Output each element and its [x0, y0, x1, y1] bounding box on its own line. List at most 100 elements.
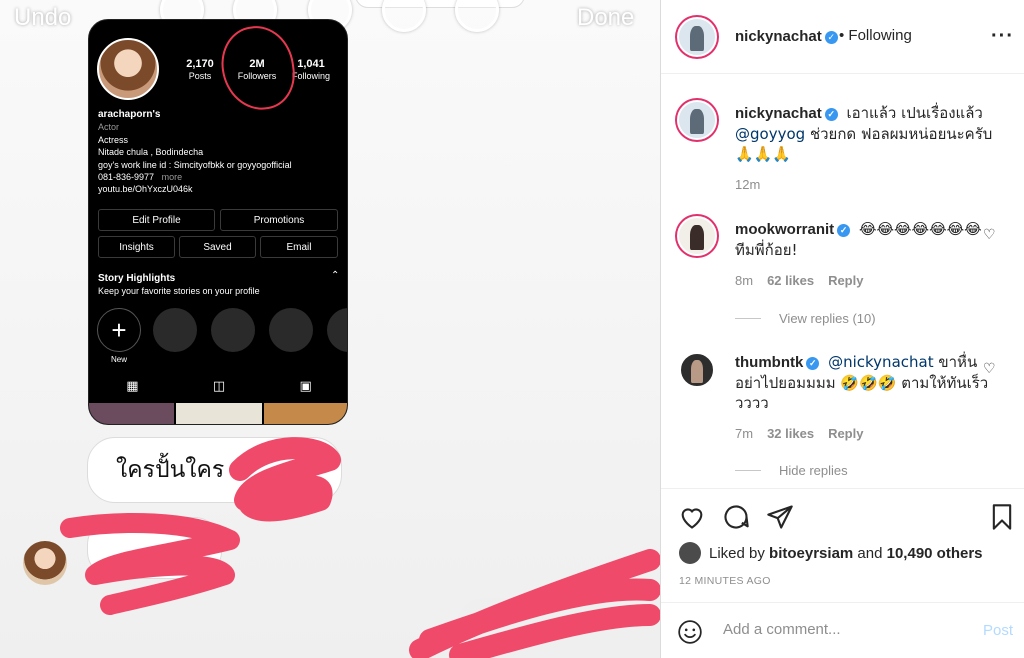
verified-badge-icon: ✓: [837, 224, 851, 237]
promotions-button: Promotions: [220, 209, 338, 231]
chat-message-text: ใครปั้นใคร: [116, 457, 225, 483]
post-comment-button[interactable]: Post: [983, 622, 1013, 639]
neon-tool-icon[interactable]: [382, 0, 426, 32]
saved-button: Saved: [179, 236, 256, 258]
chat-message-bubble: [87, 517, 222, 579]
bio-line: goy's work line id : Simcityofbkk or goy…: [98, 159, 292, 170]
edit-profile-button: Edit Profile: [98, 209, 215, 231]
story-highlights-title: Story Highlights: [98, 273, 176, 284]
undo-button[interactable]: Undo: [14, 4, 71, 32]
sender-avatar: [23, 541, 67, 585]
highlight-placeholder: [327, 308, 347, 352]
highlight-placeholder: [269, 308, 313, 352]
chat-message-bubble: ใครปั้นใคร: [87, 437, 342, 503]
highlight-placeholder: [211, 308, 255, 352]
comment-bubble-icon[interactable]: [722, 503, 750, 531]
comment-avatar[interactable]: [679, 352, 715, 388]
hide-replies-button[interactable]: Hide replies: [735, 463, 848, 478]
share-paper-plane-icon[interactable]: [766, 503, 794, 531]
post-caption: nickynachat ✓ เอาแล้ว เปนเรื่องแล้ว @goyy…: [735, 103, 997, 164]
drawn-circle-annotation: [216, 21, 300, 115]
verified-badge-icon: ✓: [806, 357, 820, 370]
profile-tabs: ▦ ◫ ▣: [89, 378, 347, 402]
bio-link: youtu.be/OhYxczU046k: [98, 184, 193, 195]
liker-avatar[interactable]: [679, 542, 701, 564]
comment-meta: 8m 62 likes Reply: [735, 273, 863, 288]
reply-button[interactable]: Reply: [828, 426, 863, 441]
post-panel: nickynachat ✓ • Following ··· nickynachat…: [660, 0, 1024, 658]
author-username[interactable]: nickynachat ✓: [735, 28, 838, 45]
story-highlights-subtitle: Keep your favorite stories on your profi…: [98, 286, 260, 296]
profile-avatar: [97, 38, 159, 100]
comment: thumbntk ✓ @nickynachat ขาหื่นอย่าไปยอมมม…: [735, 352, 997, 413]
caption-author-avatar[interactable]: [677, 100, 717, 140]
grid-thumbnail: [89, 403, 175, 424]
done-button[interactable]: Done: [577, 4, 634, 32]
profile-display-name: arachaporn's: [98, 109, 161, 120]
comment-likes[interactable]: 62 likes: [767, 273, 814, 288]
new-highlight-icon: +: [97, 308, 141, 352]
caption-emojis: 🙏🙏🙏: [735, 145, 792, 163]
caption-time[interactable]: 12m: [735, 177, 760, 192]
verified-badge-icon: ✓: [824, 31, 838, 44]
insights-button: Insights: [98, 236, 175, 258]
author-avatar[interactable]: [677, 17, 717, 57]
igtv-icon: ◫: [212, 378, 226, 393]
bio-line: Nitade chula , Bodindecha: [98, 147, 204, 158]
post-actions: [661, 488, 1024, 548]
bio-line: Actress: [98, 134, 129, 145]
comment-likes[interactable]: 32 likes: [767, 426, 814, 441]
more-options-icon[interactable]: ···: [991, 25, 1014, 48]
profile-grid-preview: [89, 403, 347, 424]
reply-button[interactable]: Reply: [828, 273, 863, 288]
comment-mention-link[interactable]: @nickynachat: [828, 353, 933, 371]
verified-badge-icon: ✓: [824, 108, 838, 121]
chat-message-bubble: [456, 598, 660, 658]
like-comment-heart-icon[interactable]: ♡: [983, 226, 996, 243]
bio-phone-line: 081-836-9977 more: [98, 171, 343, 183]
liked-by-and: and: [857, 544, 883, 562]
caption-mention-link[interactable]: @goyyog: [735, 125, 805, 143]
comment-username[interactable]: mookworranit ✓: [735, 221, 851, 238]
chevron-up-icon: ⌃: [331, 270, 340, 281]
bookmark-icon[interactable]: [988, 503, 1016, 531]
comment-input[interactable]: [723, 621, 973, 638]
grid-thumbnail: [176, 403, 262, 424]
bio-phone: 081-836-9977: [98, 172, 155, 183]
tagged-icon: ▣: [299, 378, 312, 393]
comment-time[interactable]: 8m: [735, 273, 753, 288]
profile-bio: arachaporn's Actor Actress Nitade chula …: [98, 109, 343, 196]
view-replies-button[interactable]: View replies (10): [735, 311, 876, 326]
emoji-smiley-icon[interactable]: [677, 619, 703, 645]
add-comment-bar: Post: [661, 602, 1024, 658]
posts-label: Posts: [188, 71, 212, 81]
bio-more-link: more: [161, 172, 183, 183]
post-header: nickynachat ✓ • Following ···: [661, 0, 1024, 74]
profile-category: Actor: [98, 122, 120, 133]
liked-by-prefix: Liked by: [709, 544, 765, 562]
caption-text: เอาแล้ว เปนเรื่องแล้ว: [846, 104, 983, 122]
posts-count: 2,170: [186, 58, 214, 70]
story-screenshot: Undo Done 2,170 Posts 2M Followers 1,041…: [0, 0, 660, 658]
comment: mookworranit ✓ 😂😂😂😂😂😂😂 ทีมพี่ก้อย!: [735, 219, 997, 260]
comment-time[interactable]: 7m: [735, 426, 753, 441]
comment-username[interactable]: thumbntk ✓: [735, 354, 820, 371]
liked-by: Liked by bitoeyrsiam and 10,490 others: [679, 542, 983, 564]
new-highlight-label: New: [110, 355, 127, 364]
caption-username[interactable]: nickynachat ✓: [735, 105, 838, 122]
liked-by-user[interactable]: bitoeyrsiam: [769, 545, 853, 562]
post-timestamp[interactable]: 12 MINUTES AGO: [679, 575, 771, 587]
caption-meta: 12m: [735, 177, 760, 192]
like-comment-heart-icon[interactable]: ♡: [983, 360, 996, 377]
comment-meta: 7m 32 likes Reply: [735, 426, 863, 441]
like-heart-icon[interactable]: [678, 503, 706, 531]
email-button: Email: [260, 236, 338, 258]
following-status[interactable]: • Following: [839, 27, 912, 44]
following-count: 1,041: [297, 58, 325, 70]
liked-by-others[interactable]: 10,490 others: [887, 545, 983, 562]
following-stat: 1,041 Following: [288, 58, 334, 81]
highlight-placeholder: [153, 308, 197, 352]
posts-stat: 2,170 Posts: [183, 58, 217, 81]
eraser-tool-icon[interactable]: [455, 0, 499, 32]
comment-avatar[interactable]: [677, 216, 717, 256]
